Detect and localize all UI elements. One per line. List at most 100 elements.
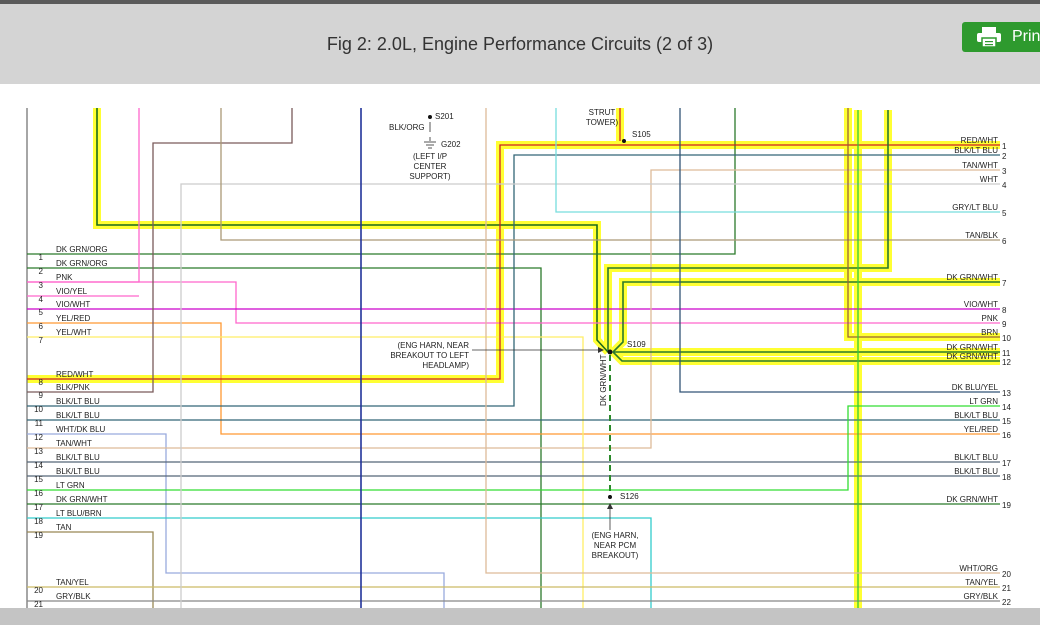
right-pin-number: 19 [1002,501,1011,510]
highlight-dk-grn-wht-7 [610,278,1000,355]
note-strut-line2: TOWER) [586,118,619,127]
label-s105: S105 [632,130,651,139]
right-pin-number: 20 [1002,570,1011,579]
left-pin-label: GRY/BLK [56,592,91,601]
left-pin-label: BLK/LT BLU [56,397,100,406]
note-pcm-line2: NEAR PCM [594,541,637,550]
left-pin-number: 8 [39,378,44,387]
left-pin-label: DK GRN/WHT [56,495,108,504]
page-title: Fig 2: 2.0L, Engine Performance Circuits… [326,34,714,54]
right-pin-label: BLK/LT BLU [954,453,998,462]
left-pin-label: TAN/WHT [56,439,92,448]
left-pin-label: TAN/YEL [56,578,89,587]
left-pin-label: YEL/RED [56,314,90,323]
note-strut-line1: STRUT [589,108,616,117]
label-blk-org: BLK/ORG [389,123,425,132]
left-pin-number: 17 [34,503,43,512]
right-pin-label: DK BLU/YEL [952,383,999,392]
right-pin-label: GRY/LT BLU [952,203,998,212]
right-pin-number: 4 [1002,181,1007,190]
wire-dk-grn-org-1 [27,108,736,255]
right-pin-label: TAN/WHT [962,161,998,170]
left-pin-label: LT BLU/BRN [56,509,102,518]
right-pin-number: 21 [1002,584,1011,593]
right-pin-label: LT GRN [969,397,998,406]
splice-dot-s109 [607,349,613,355]
right-pin-number: 14 [1002,403,1011,412]
left-pin-number: 18 [34,517,43,526]
note-eng-harn-line3: HEADLAMP) [422,361,469,370]
left-pin-number: 20 [34,586,43,595]
left-pin-number: 6 [39,322,44,331]
label-s126: S126 [620,492,639,501]
left-pin-label: BLK/LT BLU [56,411,100,420]
note-pcm-line1: (ENG HARN, [591,531,638,540]
left-pin-number: 3 [39,281,44,290]
left-pin-number: 13 [34,447,43,456]
ground-symbol-g202 [424,141,436,149]
printer-icon [977,27,1001,48]
left-pin-number: 7 [39,336,44,345]
wire-dk-grn-org-2 [27,267,542,608]
left-pin-number: 2 [39,267,44,276]
left-pin-number: 1 [39,253,44,262]
left-pin-number: 9 [39,391,44,400]
note-pcm-line3: BREAKOUT) [592,551,639,560]
left-pin-number: 19 [34,531,43,540]
right-pin-number: 1 [1002,142,1007,151]
print-button[interactable]: Prin [962,22,1040,52]
right-pin-label: VIO/WHT [964,300,998,309]
left-pin-number: 11 [35,419,44,428]
right-pin-number: 18 [1002,473,1011,482]
right-pin-number: 22 [1002,598,1011,607]
left-pin-number: 5 [39,308,44,317]
left-pin-number: 12 [34,433,43,442]
left-pin-number: 15 [34,475,43,484]
right-pin-number: 3 [1002,167,1007,176]
right-pin-label: BRN [981,328,998,337]
wire-pnk-3 [27,108,140,283]
right-pin-number: 8 [1002,306,1007,315]
right-pin-number: 16 [1002,431,1011,440]
note-g202-line2: CENTER [414,162,447,171]
left-pin-number: 16 [34,489,43,498]
right-connector-pins: RED/WHT 1 BLK/LT BLU 2 TAN/WHT 3 WHT 4 GRY/LT BL… [946,136,1011,607]
left-connector-pins: 1 DK GRN/ORG 2 DK GRN/ORG 3 PNK 4 VIO/YEL 5 VIO/W… [34,245,108,608]
wire-tan-blk-6 [220,108,1000,241]
wire-wht-4 [180,183,1000,608]
left-pin-number: 14 [34,461,43,470]
right-pin-number: 11 [1002,349,1011,358]
left-pin-label: VIO/WHT [56,300,90,309]
label-s109: S109 [627,340,646,349]
left-pin-label: LT GRN [56,481,85,490]
right-pin-label: BLK/LT BLU [954,467,998,476]
label-g202: G202 [441,140,461,149]
right-pin-label: RED/WHT [961,136,998,145]
left-pin-number: 4 [39,295,44,304]
right-pin-number: 13 [1002,389,1011,398]
left-pin-label: RED/WHT [56,370,93,379]
splice-dot-s126 [608,495,612,499]
right-pin-number: 15 [1002,417,1011,426]
splice-dot-s105 [622,139,626,143]
right-pin-label: WHT/ORG [959,564,998,573]
wiring-diagram: S201 BLK/ORG G202 (LEFT I/P CENTER SUPPO… [26,108,1011,608]
right-pin-label: DK GRN/WHT [946,343,998,352]
left-pin-label: WHT/DK BLU [56,425,106,434]
note-eng-harn-line1: (ENG HARN, NEAR [397,341,469,350]
right-pin-label: TAN/BLK [965,231,998,240]
right-pin-number: 12 [1002,358,1011,367]
label-vertical-dk-grn-wht: DK GRN/WHT [599,354,608,406]
left-pin-label: BLK/PNK [56,383,90,392]
right-pin-number: 7 [1002,279,1007,288]
right-pin-label: BLK/LT BLU [954,146,998,155]
right-pin-number: 10 [1002,334,1011,343]
right-pin-number: 17 [1002,459,1011,468]
left-pin-label: DK GRN/ORG [56,245,108,254]
right-pin-number: 6 [1002,237,1007,246]
right-pin-label: WHT [980,175,998,184]
left-pin-label: VIO/YEL [56,287,88,296]
right-pin-label: TAN/YEL [965,578,998,587]
right-pin-label: YEL/RED [964,425,998,434]
right-pin-label: PNK [982,314,999,323]
